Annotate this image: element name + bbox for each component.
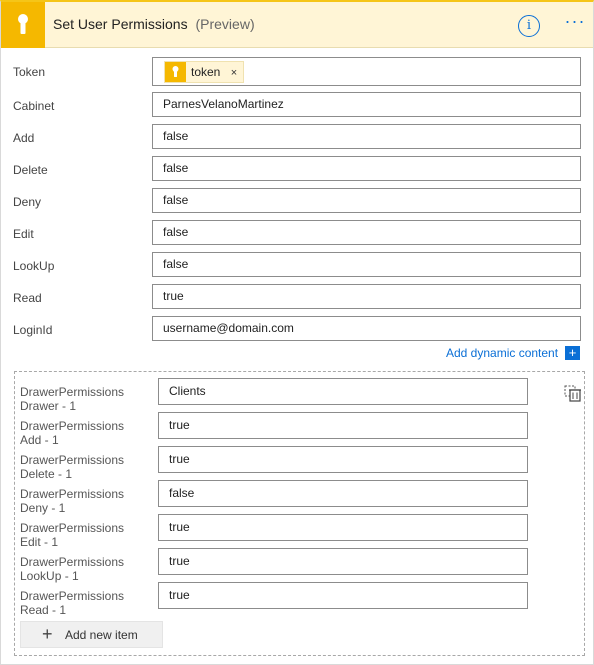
drawer-add-input[interactable]: true <box>158 412 528 439</box>
drawer-lookup-input[interactable]: true <box>158 548 528 575</box>
drawer-delete-input[interactable]: true <box>158 446 528 473</box>
drawer-deny-label-line2: Deny - 1 <box>20 501 66 515</box>
drawer-lookup-label-line1: DrawerPermissions <box>20 555 125 569</box>
add-new-item-label: Add new item <box>65 628 138 642</box>
token-chip[interactable]: token × <box>164 61 245 83</box>
drawer-label-line1: DrawerPermissions <box>20 385 125 399</box>
deny-input[interactable]: false <box>152 188 581 213</box>
cabinet-label: Cabinet <box>13 99 55 113</box>
drawer-deny-input[interactable]: false <box>158 480 528 507</box>
drawer-lookup-label-line2: LookUp - 1 <box>20 569 79 583</box>
preview-tag: (Preview) <box>195 16 255 32</box>
loginid-label: LoginId <box>13 323 53 337</box>
delete-item-icon[interactable] <box>564 384 582 402</box>
read-input[interactable]: true <box>152 284 581 309</box>
drawer-edit-label-line2: Edit - 1 <box>20 535 59 549</box>
edit-label: Edit <box>13 227 34 241</box>
cabinet-input[interactable]: ParnesVelanoMartinez <box>152 92 581 117</box>
drawer-label-line2: Drawer - 1 <box>20 399 77 413</box>
plus-icon: + <box>42 624 53 644</box>
drawer-delete-label-line1: DrawerPermissions <box>20 453 125 467</box>
add-label: Add <box>13 131 35 145</box>
token-chip-text: token <box>191 65 221 79</box>
delete-label: Delete <box>13 163 48 177</box>
drawer-read-label-line2: Read - 1 <box>20 603 67 617</box>
drawer-delete-label: DrawerPermissions Delete - 1 <box>20 453 150 481</box>
action-title: Set User Permissions (Preview) <box>53 16 255 32</box>
remove-token-icon[interactable]: × <box>231 67 237 79</box>
action-header[interactable]: Set User Permissions (Preview) i ··· <box>1 2 593 48</box>
deny-label: Deny <box>13 195 42 209</box>
read-label: Read <box>13 291 42 305</box>
drawer-lookup-label: DrawerPermissions LookUp - 1 <box>20 555 150 583</box>
lookup-input[interactable]: false <box>152 252 581 277</box>
drawer-read-label: DrawerPermissions Read - 1 <box>20 589 150 617</box>
add-dynamic-content-icon[interactable]: + <box>565 346 580 360</box>
loginid-input[interactable]: username@domain.com <box>152 316 581 341</box>
info-button[interactable]: i <box>518 15 540 37</box>
lookup-label: LookUp <box>13 259 55 273</box>
token-input[interactable]: token × <box>152 57 581 86</box>
delete-input[interactable]: false <box>152 156 581 181</box>
action-card: Set User Permissions (Preview) i ··· Tok… <box>0 0 594 665</box>
drawer-read-input[interactable]: true <box>158 582 528 609</box>
more-options-button[interactable]: ··· <box>563 12 587 36</box>
drawer-delete-label-line2: Delete - 1 <box>20 467 73 481</box>
drawer-edit-label-line1: DrawerPermissions <box>20 521 125 535</box>
drawer-label: DrawerPermissions Drawer - 1 <box>20 385 150 413</box>
drawer-deny-label: DrawerPermissions Deny - 1 <box>20 487 150 515</box>
action-title-text: Set User Permissions <box>53 16 188 32</box>
drawer-input[interactable]: Clients <box>158 378 528 405</box>
drawer-deny-label-line1: DrawerPermissions <box>20 487 125 501</box>
drawer-permissions-array: DrawerPermissions Drawer - 1 Clients Dra… <box>14 371 585 656</box>
keyhole-icon <box>165 62 186 82</box>
drawer-edit-label: DrawerPermissions Edit - 1 <box>20 521 150 549</box>
drawer-add-label-line1: DrawerPermissions <box>20 419 125 433</box>
drawer-edit-input[interactable]: true <box>158 514 528 541</box>
edit-input[interactable]: false <box>152 220 581 245</box>
add-new-item-button[interactable]: + Add new item <box>20 621 163 648</box>
drawer-add-label-line2: Add - 1 <box>20 433 59 447</box>
drawer-read-label-line1: DrawerPermissions <box>20 589 125 603</box>
keyhole-icon <box>1 2 45 48</box>
drawer-add-label: DrawerPermissions Add - 1 <box>20 419 150 447</box>
add-input[interactable]: false <box>152 124 581 149</box>
token-label: Token <box>13 65 46 79</box>
add-dynamic-content-link[interactable]: Add dynamic content <box>446 346 558 360</box>
